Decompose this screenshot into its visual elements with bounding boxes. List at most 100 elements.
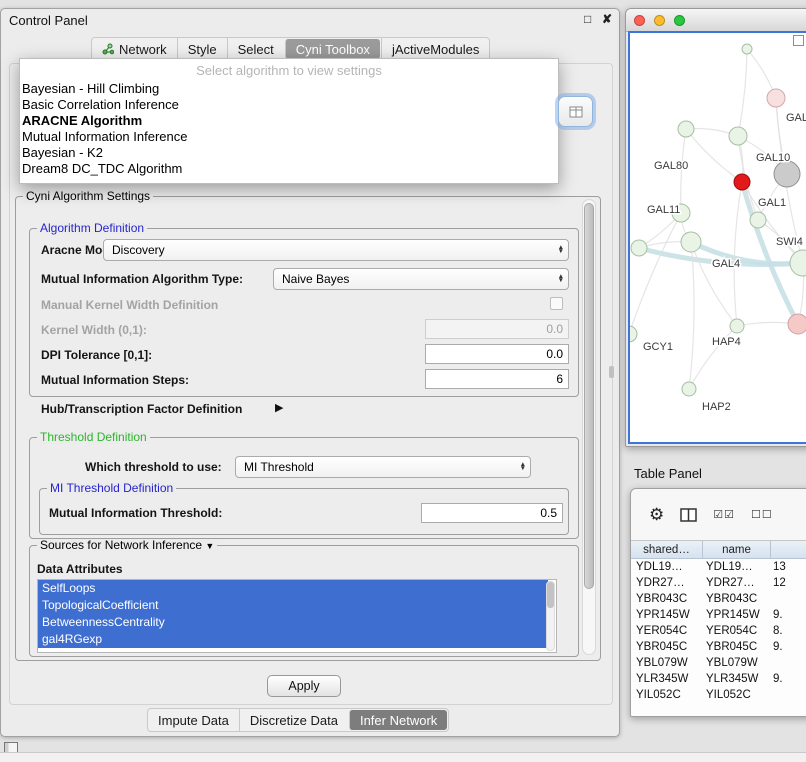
birdseye-toggle[interactable]	[793, 35, 804, 46]
algorithm-placeholder: Select algorithm to view settings	[20, 59, 558, 81]
algorithm-option[interactable]: Dream8 DC_TDC Algorithm	[20, 161, 558, 177]
mi-type-select[interactable]: Naive Bayes ▲▼	[273, 268, 569, 290]
column-header[interactable]: shared…	[631, 541, 703, 558]
table-cell	[771, 591, 806, 607]
network-node[interactable]	[734, 174, 750, 190]
network-edge	[630, 213, 681, 334]
clear-all-checks-icon[interactable]: ☐☐	[751, 508, 773, 521]
gear-icon[interactable]: ⚙	[649, 506, 664, 523]
status-bar	[0, 752, 806, 762]
table-body: YDL19…YDL19…13YDR27…YDR27…12YBR043CYBR04…	[631, 559, 806, 703]
combo-arrows-icon: ▲▼	[558, 246, 564, 255]
table-row[interactable]: YBR043CYBR043C	[631, 591, 806, 607]
close-window-button[interactable]: ✘	[602, 12, 612, 26]
mi-steps-label: Mutual Information Steps:	[41, 373, 189, 387]
kernel-width-input[interactable]: 0.0	[425, 319, 569, 339]
algorithm-definition-legend: Algorithm Definition	[37, 222, 147, 235]
table-row[interactable]: YDL19…YDL19…13	[631, 559, 806, 575]
mi-steps-input[interactable]: 6	[425, 369, 569, 389]
table-cell: YBR043C	[631, 591, 703, 607]
manual-kernel-checkbox[interactable]	[550, 297, 563, 310]
minimize-light[interactable]	[654, 15, 665, 26]
expand-right-icon[interactable]: ▶	[275, 401, 283, 414]
network-canvas[interactable]: GAL8GAL80GAL10GAL11GAL1SWI4GAL4GCY1HAP4H…	[628, 31, 806, 444]
data-attribute-item[interactable]: BetweennessCentrality	[38, 614, 548, 631]
column-header[interactable]	[771, 541, 806, 558]
zoom-light[interactable]	[674, 15, 685, 26]
node-label: HAP4	[712, 336, 741, 348]
data-attribute-item[interactable]: SelfLoops	[38, 580, 548, 597]
node-label: GAL4	[712, 258, 740, 270]
data-attributes-list[interactable]: SelfLoopsTopologicalCoefficientBetweenne…	[37, 579, 557, 653]
network-node[interactable]	[742, 44, 752, 54]
source-list-scrollbar-thumb[interactable]	[547, 582, 554, 608]
algorithm-option[interactable]: Bayesian - Hill Climbing	[20, 81, 558, 97]
data-attribute-item[interactable]: TopologicalCoefficient	[38, 597, 548, 614]
table-toolbar: ⚙ ☑☑ ☐☐	[631, 489, 806, 541]
table-row[interactable]: YPR145WYPR145W9.	[631, 607, 806, 623]
algorithm-option[interactable]: Basic Correlation Inference	[20, 97, 558, 113]
table-cell: YER054C	[631, 623, 703, 639]
mi-threshold-input[interactable]: 0.5	[421, 503, 563, 523]
node-label: GAL10	[756, 152, 790, 164]
table-cell: YBL079W	[703, 655, 771, 671]
table-cell: 12	[771, 575, 806, 591]
tab-network[interactable]: Network	[92, 38, 177, 60]
dpi-tolerance-input[interactable]: 0.0	[425, 344, 569, 364]
algorithm-option[interactable]: Bayesian - K2	[20, 145, 558, 161]
table-cell: YLR345W	[703, 671, 771, 687]
aracne-mode-select[interactable]: Discovery ▲▼	[103, 239, 569, 261]
apply-button[interactable]: Apply	[267, 675, 341, 697]
algorithm-dropdown-popup: Select algorithm to view settings Bayesi…	[19, 58, 559, 184]
float-window-button[interactable]: □	[584, 12, 591, 26]
network-node[interactable]	[750, 212, 766, 228]
table-row[interactable]: YIL052CYIL052C	[631, 687, 806, 703]
manual-kernel-label: Manual Kernel Width Definition	[41, 298, 218, 312]
tab-style[interactable]: Style	[177, 38, 227, 60]
table-cell: YDL19…	[631, 559, 703, 575]
select-all-checks-icon[interactable]: ☑☑	[713, 508, 735, 521]
network-window-titlebar[interactable]	[626, 9, 806, 32]
close-light[interactable]	[634, 15, 645, 26]
table-cell	[771, 655, 806, 671]
node-label: GCY1	[643, 341, 673, 353]
tab-label: jActiveModules	[392, 42, 479, 57]
collapse-down-icon[interactable]: ▼	[205, 541, 214, 551]
algorithm-option[interactable]: Mutual Information Inference	[20, 129, 558, 145]
network-node[interactable]	[682, 382, 696, 396]
network-node[interactable]	[774, 161, 800, 187]
splitter-handle[interactable]	[609, 366, 614, 378]
columns-icon[interactable]	[680, 508, 697, 522]
tab-select[interactable]: Select	[227, 38, 284, 60]
network-node[interactable]	[630, 326, 637, 342]
data-attribute-item[interactable]: gal4RGexp	[38, 631, 548, 648]
mi-type-value: Naive Bayes	[282, 272, 349, 286]
table-row[interactable]: YER054CYER054C8.	[631, 623, 806, 639]
which-threshold-select[interactable]: MI Threshold ▲▼	[235, 456, 531, 478]
table-row[interactable]: YDR27…YDR27…12	[631, 575, 806, 591]
table-row[interactable]: YLR345WYLR345W9.	[631, 671, 806, 687]
network-node[interactable]	[631, 240, 647, 256]
table-row[interactable]: YBL079WYBL079W	[631, 655, 806, 671]
hub-section-label[interactable]: Hub/Transcription Factor Definition	[41, 402, 242, 416]
network-node[interactable]	[767, 89, 785, 107]
column-header[interactable]: name	[703, 541, 771, 558]
network-node[interactable]	[681, 232, 701, 252]
tab-discretize-data[interactable]: Discretize Data	[239, 709, 348, 731]
tab-cyni-toolbox[interactable]: Cyni Toolbox	[285, 39, 380, 59]
tab-jactivemodules[interactable]: jActiveModules	[381, 38, 489, 60]
network-node[interactable]	[730, 319, 744, 333]
node-label: HAP2	[702, 401, 731, 413]
table-row[interactable]: YBR045CYBR045C9.	[631, 639, 806, 655]
network-node[interactable]	[788, 314, 806, 334]
algorithm-option[interactable]: ARACNE Algorithm	[20, 113, 558, 129]
algorithm-properties-button[interactable]	[558, 96, 593, 127]
table-panel-title: Table Panel	[634, 466, 702, 481]
network-node[interactable]	[678, 121, 694, 137]
table-cell: YBL079W	[631, 655, 703, 671]
network-node[interactable]	[729, 127, 747, 145]
tab-infer-network[interactable]: Infer Network	[349, 710, 447, 730]
network-node[interactable]	[790, 250, 806, 276]
tab-impute-data[interactable]: Impute Data	[148, 709, 239, 731]
cyni-mode-tabs: Impute DataDiscretize DataInfer Network	[147, 708, 449, 732]
